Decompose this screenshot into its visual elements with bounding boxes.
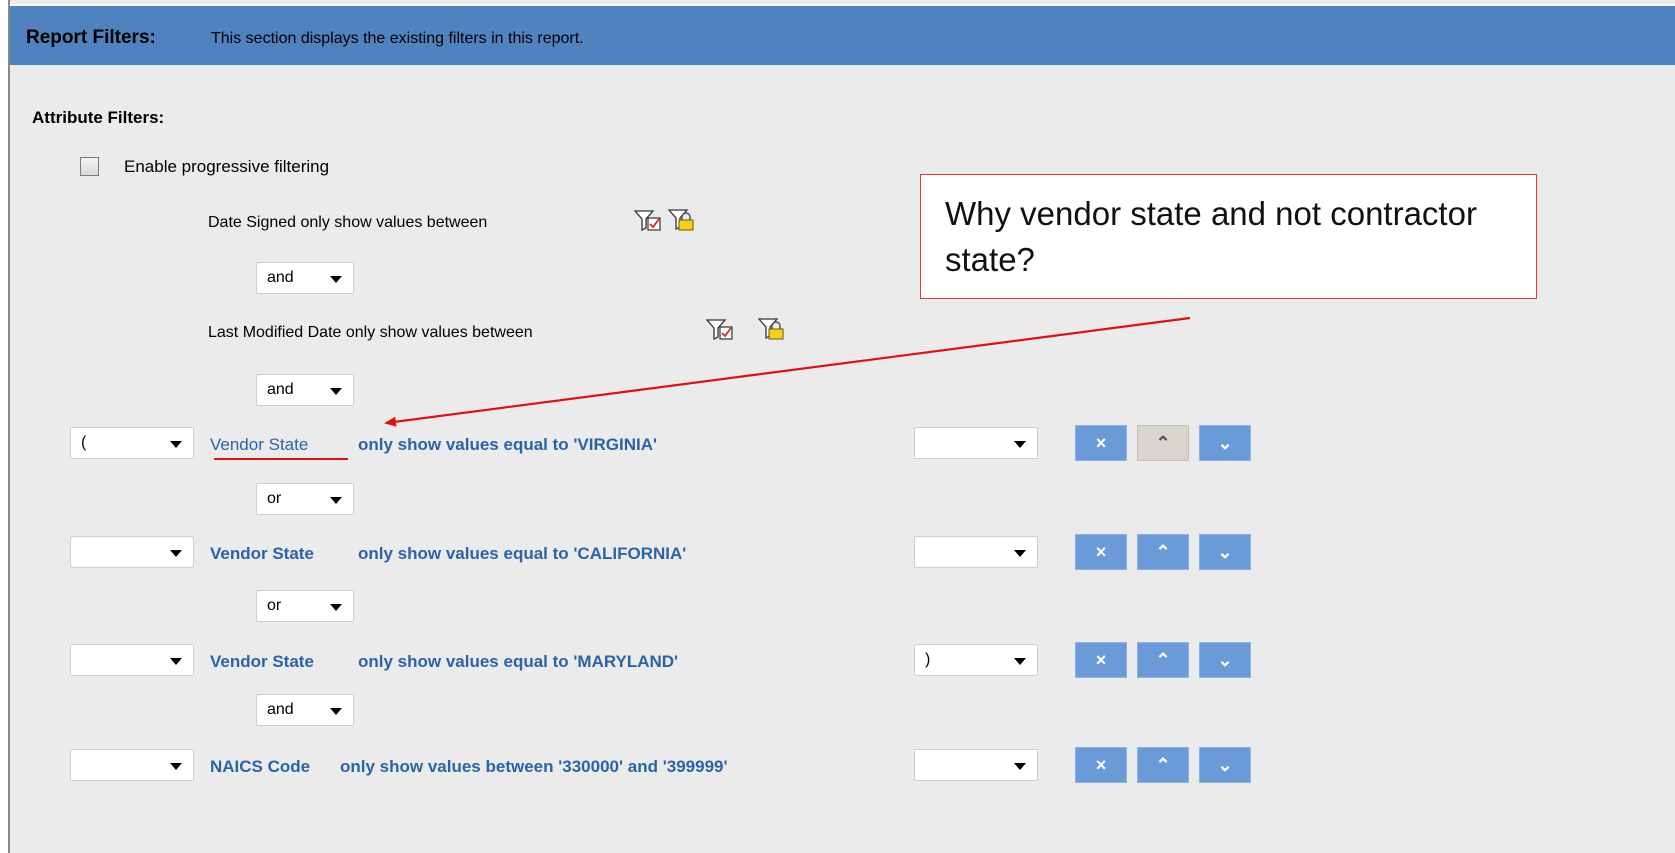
chevron-down-icon [1014,763,1026,770]
filter-condition-link[interactable]: only show values equal to 'CALIFORNIA' [358,544,686,564]
move-up-icon: ⌃ [1155,650,1171,670]
filter-attribute-link[interactable]: Vendor State [210,435,308,455]
open-paren-dropdown[interactable]: ( [70,427,194,459]
move-down-button[interactable]: ⌄ [1199,425,1251,461]
connector-value: and [267,701,294,718]
chevron-down-icon [170,658,182,665]
last-modified-filter-text: Last Modified Date only show values betw… [208,324,533,341]
filter-condition-link[interactable]: only show values between '330000' and '3… [340,757,728,777]
move-up-button[interactable]: ⌃ [1137,534,1189,570]
filter-lock-icon[interactable] [668,209,696,231]
move-down-icon: ⌄ [1217,433,1233,453]
chevron-down-icon [330,388,342,395]
filter-condition-link[interactable]: only show values equal to 'MARYLAND' [358,652,678,672]
open-paren-dropdown[interactable] [70,536,194,568]
remove-icon: × [1095,755,1107,775]
move-up-icon: ⌃ [1155,542,1171,562]
chevron-down-icon [170,441,182,448]
close-paren-dropdown[interactable] [914,749,1038,781]
report-filters-header: Report Filters: This section displays th… [10,4,1675,65]
close-paren-value: ) [925,651,931,668]
open-paren-dropdown[interactable] [70,644,194,676]
annotation-callout: Why vendor state and not contractor stat… [920,174,1537,299]
remove-icon: × [1095,542,1107,562]
filter-attribute-link[interactable]: Vendor State [210,652,314,672]
remove-icon: × [1095,650,1107,670]
move-down-button[interactable]: ⌄ [1199,642,1251,678]
filter-attribute-link[interactable]: NAICS Code [210,757,310,777]
connector-value: and [267,269,294,286]
connector-value: and [267,381,294,398]
remove-filter-button[interactable]: × [1075,747,1127,783]
chevron-down-icon [1014,441,1026,448]
filter-edit-icon[interactable] [634,210,662,232]
chevron-down-icon [330,497,342,504]
connector-dropdown[interactable]: and [256,262,354,294]
close-paren-dropdown[interactable]: ) [914,644,1038,676]
remove-filter-button[interactable]: × [1075,642,1127,678]
filter-condition-link[interactable]: only show values equal to 'VIRGINIA' [358,435,657,455]
section-description: This section displays the existing filte… [211,30,584,47]
move-up-icon: ⌃ [1155,433,1171,453]
remove-icon: × [1095,433,1107,453]
move-up-button[interactable]: ⌃ [1137,747,1189,783]
connector-dropdown[interactable]: and [256,374,354,406]
filter-attribute-link[interactable]: Vendor State [210,544,314,564]
remove-filter-button[interactable]: × [1075,534,1127,570]
attribute-filters-heading: Attribute Filters: [32,108,165,127]
chevron-down-icon [170,550,182,557]
filter-lock-icon[interactable] [758,318,786,340]
chevron-down-icon [330,708,342,715]
progressive-filtering-checkbox[interactable] [80,157,99,176]
connector-value: or [267,490,282,507]
connector-dropdown[interactable]: or [256,483,354,515]
date-signed-filter-text: Date Signed only show values between [208,214,488,231]
move-down-button[interactable]: ⌄ [1199,534,1251,570]
close-paren-dropdown[interactable] [914,427,1038,459]
open-paren-dropdown[interactable] [70,749,194,781]
close-paren-dropdown[interactable] [914,536,1038,568]
move-down-icon: ⌄ [1217,650,1233,670]
connector-dropdown[interactable]: or [256,590,354,622]
filter-edit-icon[interactable] [706,319,734,341]
connector-dropdown[interactable]: and [256,694,354,726]
remove-filter-button[interactable]: × [1075,425,1127,461]
move-down-icon: ⌄ [1217,542,1233,562]
move-down-button[interactable]: ⌄ [1199,747,1251,783]
chevron-down-icon [1014,658,1026,665]
move-up-icon: ⌃ [1155,755,1171,775]
move-up-button[interactable]: ⌃ [1137,642,1189,678]
open-paren-value: ( [81,434,87,451]
move-up-button[interactable]: ⌃ [1137,425,1189,461]
move-down-icon: ⌄ [1217,755,1233,775]
chevron-down-icon [1014,550,1026,557]
connector-value: or [267,597,282,614]
chevron-down-icon [170,763,182,770]
progressive-filtering-label: Enable progressive filtering [124,157,330,176]
chevron-down-icon [330,604,342,611]
section-title: Report Filters: [26,27,156,48]
chevron-down-icon [330,276,342,283]
annotation-text: Why vendor state and not contractor stat… [945,195,1477,278]
